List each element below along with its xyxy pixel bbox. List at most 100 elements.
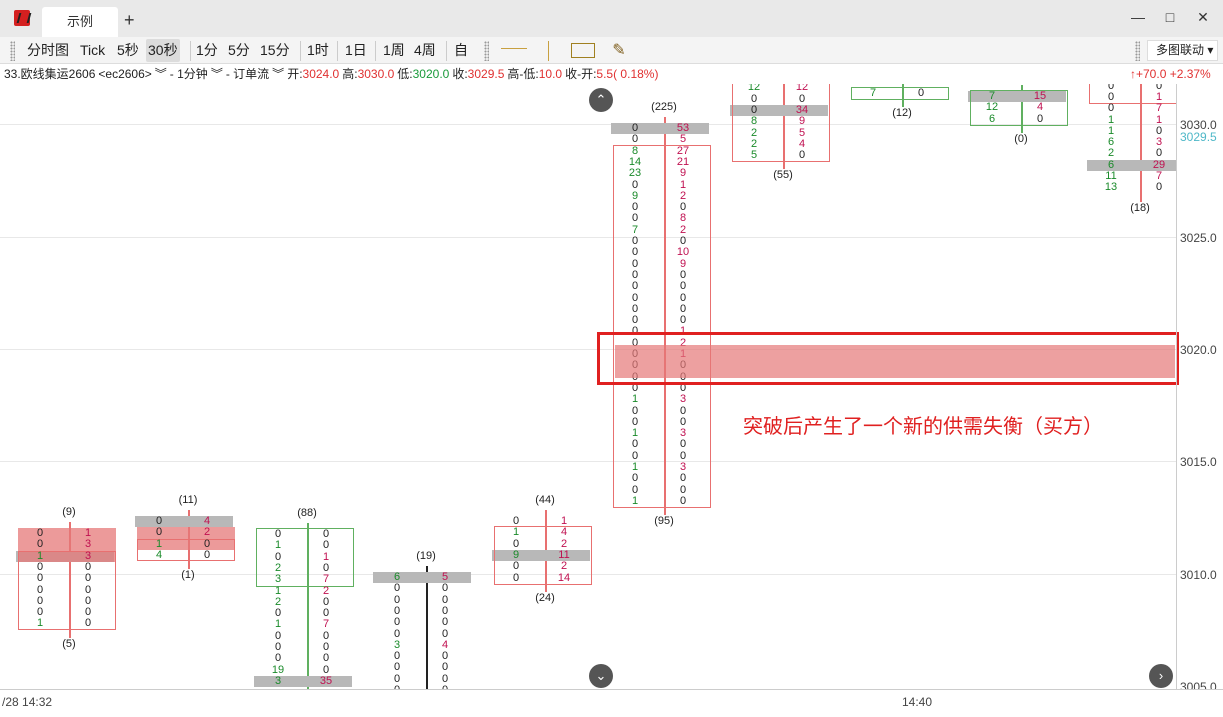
footprint-chart[interactable]: 0 1 0 3 1 3 0 0 0 0 0 0 0 0 0 0 1 0 (9) (5) 0 4 0 2 1 0 4 0 (11) (1) 0… — [0, 84, 1176, 689]
oc-label: 收-开: — [565, 67, 597, 81]
open-value: 3024.0 — [302, 67, 340, 81]
price-axis[interactable] — [1176, 84, 1223, 689]
bid-volume: 0 — [631, 133, 639, 146]
period-chevron-icon[interactable]: ︾ — [211, 67, 223, 81]
bid-volume: 1 — [274, 618, 282, 631]
period-custom[interactable]: 自 — [452, 39, 470, 62]
bid-volume: 6 — [988, 112, 996, 125]
ask-volume: 0 — [798, 92, 806, 105]
bid-volume: 1 — [631, 494, 639, 507]
ask-volume: 14 — [557, 571, 571, 584]
range-value: 10.0 — [538, 67, 563, 81]
quote-info-bar: 33.欧线集运2606 <ec2606> ︾ - 1分钟 ︾ - 订单流 ︾ 开:3024.0… — [0, 64, 1223, 84]
close-value: 3029.5 — [467, 67, 505, 81]
minimize-button[interactable]: — — [1130, 9, 1146, 25]
bid-volume: 0 — [631, 483, 639, 496]
eraser-icon[interactable]: ✎ — [607, 42, 631, 59]
bid-volume: 0 — [393, 582, 401, 595]
candle-delta-top: (88) — [297, 507, 317, 519]
grid-line — [0, 237, 1176, 238]
ask-volume: 0 — [679, 404, 687, 417]
tab-example[interactable]: 示例 — [42, 7, 118, 37]
close-button[interactable]: ✕ — [1195, 9, 1211, 26]
ask-volume: 0 — [441, 627, 449, 640]
ask-volume: 0 — [203, 548, 211, 561]
ask-volume: 0 — [84, 583, 92, 596]
ask-volume: 0 — [679, 483, 687, 496]
ask-volume: 0 — [1036, 112, 1044, 125]
bid-volume: 0 — [631, 212, 639, 225]
period-5s[interactable]: 5秒 — [115, 39, 141, 62]
low-label: 低: — [397, 67, 413, 81]
bid-volume: 1 — [1107, 113, 1115, 126]
symbol-chevron-icon[interactable]: ︾ — [155, 67, 167, 81]
period-4w[interactable]: 4周 — [412, 39, 438, 62]
ask-volume: 7 — [322, 573, 330, 586]
period-fenshi[interactable]: 分时图 — [25, 39, 71, 62]
candle-delta-top: (44) — [535, 494, 555, 506]
toolbar-grip-icon[interactable] — [1135, 41, 1140, 61]
period-label[interactable]: - 1分钟 — [170, 67, 208, 81]
ask-volume: 0 — [679, 291, 687, 304]
candle-delta-bottom: (12) — [892, 107, 912, 120]
period-1m[interactable]: 1分 — [194, 39, 220, 62]
multi-chart-label: 多图联动 — [1156, 43, 1205, 57]
scroll-right-icon[interactable]: › — [1149, 664, 1173, 688]
mode-chevron-icon[interactable]: ︾ — [272, 67, 284, 81]
bid-volume: 0 — [631, 246, 639, 259]
close-label: 收: — [452, 67, 468, 81]
multi-chart-dropdown[interactable]: 多图联动 ▾ — [1147, 40, 1218, 61]
bid-volume: 2 — [750, 126, 758, 139]
oc-value: 5.5( 0.18%) — [596, 67, 659, 81]
symbol-name[interactable]: 33.欧线集运2606 — [4, 67, 95, 81]
ask-volume: 2 — [560, 560, 568, 573]
ask-volume: 27 — [676, 144, 690, 157]
period-1d[interactable]: 1日 — [343, 39, 369, 62]
price-label: 3015.0 — [1180, 455, 1217, 469]
separator — [446, 41, 447, 61]
bid-volume: 0 — [631, 472, 639, 485]
ask-volume: 0 — [322, 652, 330, 665]
bid-volume: 2 — [1107, 147, 1115, 160]
add-tab-button[interactable]: + — [124, 8, 135, 32]
ask-volume: 9 — [679, 257, 687, 270]
bid-volume: 0 — [512, 537, 520, 550]
bid-volume: 0 — [631, 404, 639, 417]
bid-volume: 1 — [274, 584, 282, 597]
toolbar-grip-icon[interactable] — [484, 41, 489, 61]
line-tool-icon[interactable] — [501, 48, 527, 49]
period-30s[interactable]: 30秒 — [146, 39, 180, 62]
ask-volume: 1 — [679, 178, 687, 191]
period-tick[interactable]: Tick — [78, 39, 107, 62]
bid-volume: 0 — [393, 661, 401, 674]
ask-volume: 0 — [441, 593, 449, 606]
ask-volume: 1 — [1155, 113, 1163, 126]
bid-volume: 12 — [985, 101, 999, 114]
separator — [190, 41, 191, 61]
mode-label[interactable]: - 订单流 — [226, 67, 269, 81]
ask-volume: 3 — [84, 538, 92, 551]
period-15m[interactable]: 15分 — [258, 39, 292, 62]
ask-volume: 7 — [1155, 102, 1163, 115]
period-1w[interactable]: 1周 — [381, 39, 407, 62]
rectangle-tool-icon[interactable] — [571, 43, 595, 58]
time-axis[interactable]: /28 14:32 14:40 — [0, 689, 1223, 717]
change-value: ↑+70.0 +2.37% — [1130, 67, 1211, 81]
candle-delta-top: (225) — [651, 101, 677, 113]
period-1h[interactable]: 1时 — [305, 39, 331, 62]
toolbar-grip-icon[interactable] — [10, 41, 15, 61]
ask-volume: 3 — [84, 549, 92, 562]
scroll-down-icon[interactable]: ⌄ — [589, 664, 613, 688]
candle-wick — [426, 566, 428, 689]
ask-volume: 0 — [679, 494, 687, 507]
candle-delta-bottom: (18) — [1130, 201, 1150, 214]
period-5m[interactable]: 5分 — [226, 39, 252, 62]
bid-volume: 13 — [1104, 181, 1118, 194]
scroll-up-icon[interactable]: ⌃ — [589, 88, 613, 112]
bid-volume: 0 — [274, 550, 282, 563]
candle-delta-bottom: (5) — [62, 637, 76, 650]
ask-volume: 2 — [560, 537, 568, 550]
maximize-button[interactable]: □ — [1162, 9, 1178, 25]
bid-volume: 0 — [750, 92, 758, 105]
bid-volume: 23 — [628, 167, 642, 180]
